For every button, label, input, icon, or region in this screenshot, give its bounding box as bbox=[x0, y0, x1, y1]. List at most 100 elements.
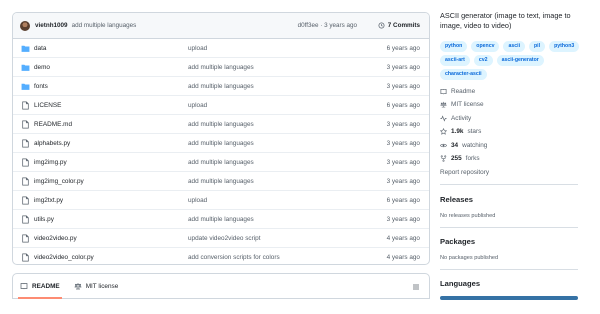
file-name[interactable]: img2img.py bbox=[34, 159, 67, 166]
file-row[interactable]: demo add multiple languages 3 years ago bbox=[13, 58, 429, 77]
file-icon bbox=[22, 253, 29, 262]
file-name[interactable]: video2video_color.py bbox=[34, 254, 94, 261]
topic-tag[interactable]: character-ascii bbox=[440, 69, 487, 80]
star-icon bbox=[440, 128, 447, 135]
file-commit-message[interactable]: add multiple languages bbox=[188, 159, 254, 166]
stars-label: stars bbox=[467, 128, 482, 135]
commits-link[interactable]: 7 Commits bbox=[378, 22, 420, 29]
file-icon bbox=[22, 234, 29, 243]
file-age: 4 years ago bbox=[386, 234, 420, 242]
stars-count: 1.9k bbox=[451, 128, 464, 135]
topic-tag[interactable]: ascii bbox=[503, 41, 526, 52]
packages-title[interactable]: Packages bbox=[440, 237, 475, 246]
file-name[interactable]: img2img_color.py bbox=[34, 178, 84, 185]
commits-label: 7 Commits bbox=[387, 22, 420, 29]
releases-note: No releases published bbox=[440, 213, 496, 219]
activity-link[interactable]: Activity bbox=[440, 115, 471, 122]
history-icon bbox=[378, 22, 385, 29]
file-row[interactable]: LICENSE upload 6 years ago bbox=[13, 96, 429, 115]
file-row[interactable]: video2video_color.py add conversion scrip… bbox=[13, 248, 429, 264]
license-link[interactable]: MIT license bbox=[440, 101, 484, 108]
forks-link[interactable]: 255 forks bbox=[440, 155, 480, 162]
latest-commit-bar: vietnh1009 add multiple languages d0ff3e… bbox=[13, 13, 429, 39]
pulse-icon bbox=[440, 115, 447, 122]
file-name[interactable]: img2txt.py bbox=[34, 197, 63, 204]
stars-link[interactable]: 1.9k stars bbox=[440, 128, 481, 135]
file-icon bbox=[22, 177, 29, 186]
file-row[interactable]: alphabets.py add multiple languages 3 year… bbox=[13, 134, 429, 153]
file-name[interactable]: alphabets.py bbox=[34, 140, 70, 147]
file-row[interactable]: img2txt.py upload 6 years ago bbox=[13, 191, 429, 210]
file-commit-message[interactable]: add multiple languages bbox=[188, 178, 254, 185]
file-icon bbox=[22, 158, 29, 167]
readme-link[interactable]: Readme bbox=[440, 88, 475, 95]
file-commit-message[interactable]: upload bbox=[188, 102, 207, 109]
file-commit-message[interactable]: add multiple languages bbox=[188, 140, 254, 147]
file-row[interactable]: img2img.py add multiple languages 3 years … bbox=[13, 153, 429, 172]
file-row[interactable]: data upload 6 years ago bbox=[13, 39, 429, 58]
file-icon bbox=[22, 139, 29, 148]
language-bar[interactable] bbox=[440, 296, 578, 300]
avatar[interactable] bbox=[20, 20, 30, 31]
file-row[interactable]: img2img_color.py add multiple languages 3 … bbox=[13, 172, 429, 191]
commit-meta[interactable]: d0ff3ee · 3 years ago bbox=[298, 22, 357, 29]
topic-tag[interactable]: cv2 bbox=[473, 55, 493, 66]
topic-tag[interactable]: python3 bbox=[549, 41, 580, 52]
file-commit-message[interactable]: add multiple languages bbox=[188, 64, 254, 71]
file-commit-message[interactable]: update video2video script bbox=[188, 235, 260, 242]
file-age: 6 years ago bbox=[386, 44, 420, 52]
file-age: 3 years ago bbox=[386, 82, 420, 90]
eye-icon bbox=[440, 143, 447, 148]
topic-tag[interactable]: python bbox=[440, 41, 468, 52]
file-name[interactable]: fonts bbox=[34, 83, 48, 90]
file-icon bbox=[22, 196, 29, 205]
packages-note: No packages published bbox=[440, 255, 499, 261]
tab-readme[interactable]: README bbox=[13, 274, 67, 299]
divider bbox=[440, 227, 578, 228]
file-commit-message[interactable]: upload bbox=[188, 45, 207, 52]
tab-license[interactable]: MIT license bbox=[67, 274, 126, 298]
file-name[interactable]: video2video.py bbox=[34, 235, 77, 242]
topic-tag[interactable]: ascii-art bbox=[440, 55, 470, 66]
file-age: 3 years ago bbox=[386, 63, 420, 71]
file-list: data upload 6 years ago demo add multiple la… bbox=[13, 39, 429, 264]
releases-title[interactable]: Releases bbox=[440, 195, 473, 204]
file-name[interactable]: data bbox=[34, 45, 46, 52]
topic-tag[interactable]: opencv bbox=[471, 41, 500, 52]
folder-icon bbox=[21, 64, 30, 71]
book-icon bbox=[20, 283, 28, 290]
folder-icon bbox=[21, 83, 30, 90]
file-commit-message[interactable]: add multiple languages bbox=[188, 83, 254, 90]
file-name[interactable]: utils.py bbox=[34, 216, 54, 223]
topic-tag[interactable]: ascii-generator bbox=[496, 55, 544, 66]
divider bbox=[440, 184, 578, 185]
forks-count: 255 bbox=[451, 155, 462, 162]
watching-link[interactable]: 34 watching bbox=[440, 142, 487, 149]
file-age: 6 years ago bbox=[386, 101, 420, 109]
file-row[interactable]: README.md add multiple languages 3 years a… bbox=[13, 115, 429, 134]
file-age: 4 years ago bbox=[386, 254, 420, 261]
topic-list: python opencv ascii pil python3 ascii-art cv2 a… bbox=[440, 41, 580, 80]
commit-author[interactable]: vietnh1009 bbox=[35, 22, 68, 29]
file-row[interactable]: fonts add multiple languages 3 years ago bbox=[13, 77, 429, 96]
file-row[interactable]: utils.py add multiple languages 3 years ag… bbox=[13, 210, 429, 229]
file-commit-message[interactable]: add conversion scripts for colors bbox=[188, 254, 280, 261]
file-name[interactable]: demo bbox=[34, 64, 50, 71]
report-repository-label: Report repository bbox=[440, 169, 490, 176]
forks-label: forks bbox=[465, 155, 480, 162]
file-commit-message[interactable]: upload bbox=[188, 197, 207, 204]
file-age: 3 years ago bbox=[386, 177, 420, 185]
file-age: 3 years ago bbox=[386, 120, 420, 128]
report-repository-link[interactable]: Report repository bbox=[440, 169, 489, 176]
file-name[interactable]: LICENSE bbox=[34, 102, 61, 109]
file-commit-message[interactable]: add multiple languages bbox=[188, 216, 254, 223]
topic-tag[interactable]: pil bbox=[529, 41, 546, 52]
file-row[interactable]: video2video.py update video2video script 4… bbox=[13, 229, 429, 248]
repo-description: ASCII generator (image to text, image to… bbox=[440, 11, 571, 30]
outline-list-icon[interactable] bbox=[412, 283, 420, 291]
languages-title: Languages bbox=[440, 279, 481, 288]
commit-message[interactable]: add multiple languages bbox=[72, 22, 137, 29]
fork-icon bbox=[440, 155, 447, 162]
file-commit-message[interactable]: add multiple languages bbox=[188, 121, 254, 128]
file-name[interactable]: README.md bbox=[34, 121, 72, 128]
